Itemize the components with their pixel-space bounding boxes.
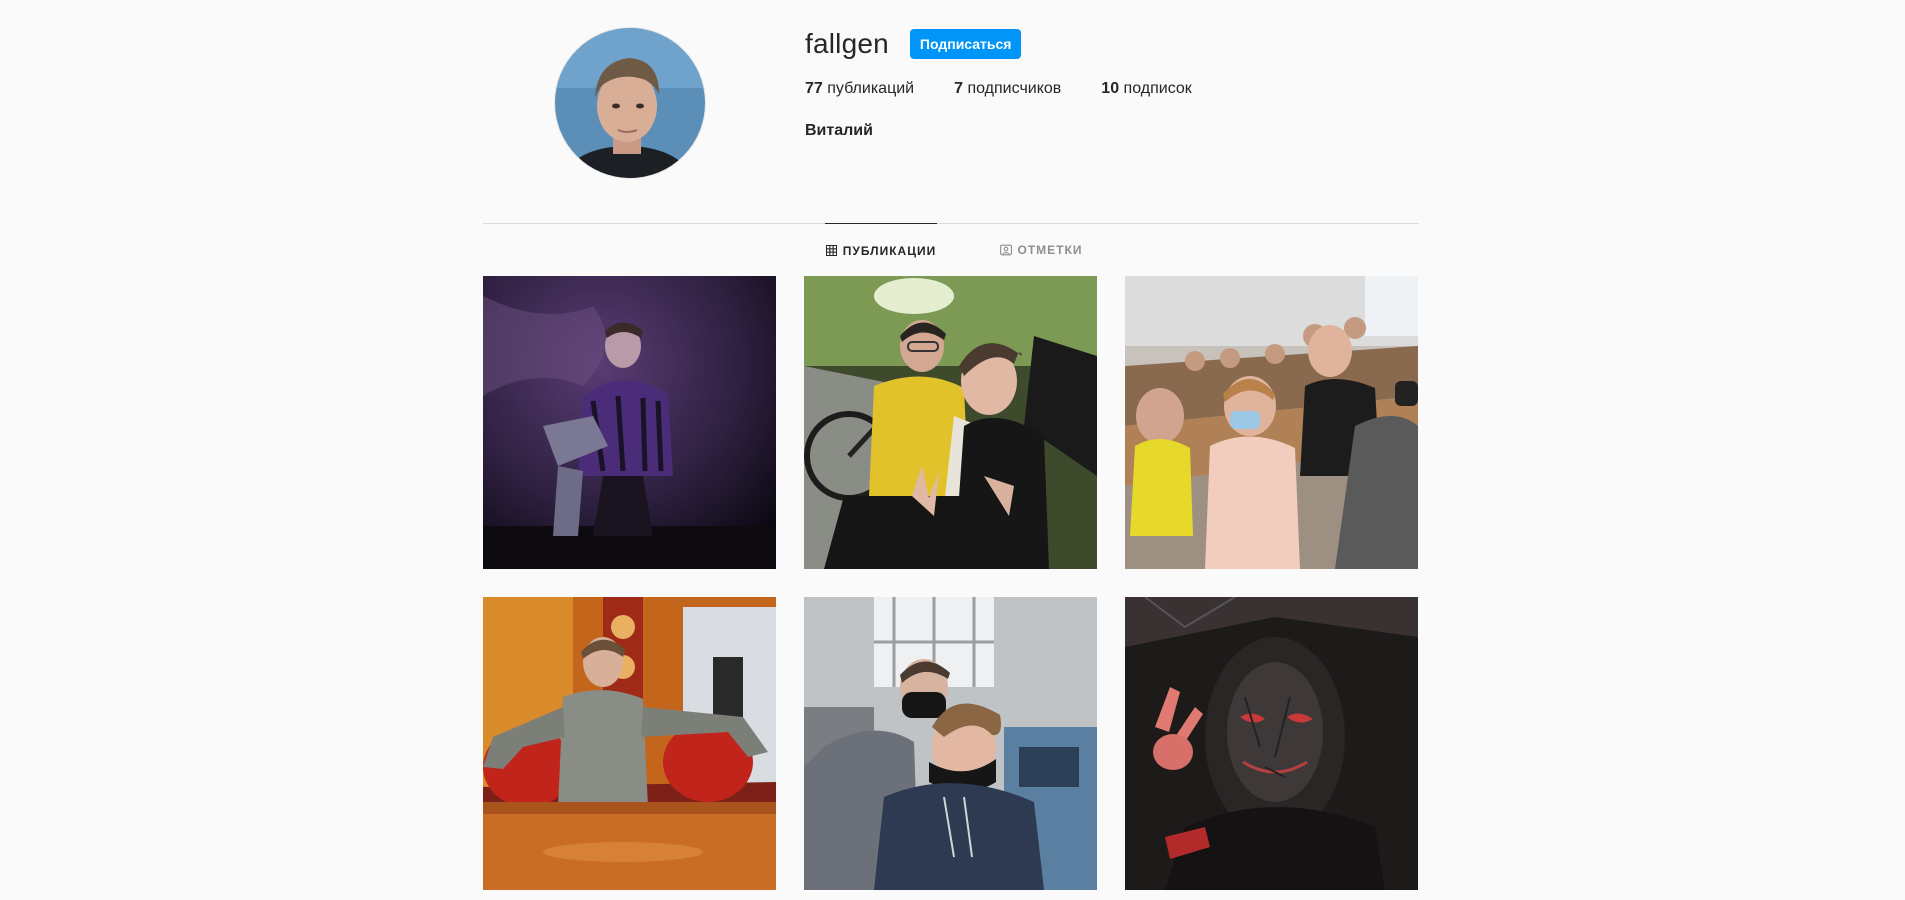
avatar-image	[555, 28, 705, 178]
post-thumbnail[interactable]	[1125, 597, 1418, 890]
profile-container: fallgen Подписаться 77 публикаций 7 подп…	[483, 0, 1419, 890]
title-row: fallgen Подписаться	[805, 26, 1405, 62]
follow-button[interactable]: Подписаться	[909, 29, 1022, 59]
tab-posts-label: ПУБЛИКАЦИИ	[842, 243, 937, 258]
posts-grid	[483, 276, 1419, 890]
stat-following-label: подписок	[1123, 80, 1192, 97]
username: fallgen	[805, 28, 889, 59]
post-image-3	[1125, 276, 1418, 569]
post-image-6	[1125, 597, 1418, 890]
stat-posts-label: публикаций	[827, 80, 915, 97]
profile-tabs: ПУБЛИКАЦИИ ОТМЕТКИ	[483, 223, 1419, 278]
post-image-2	[804, 276, 1097, 569]
stat-posts: 77 публикаций	[805, 80, 914, 98]
profile-stats: 77 публикаций 7 подписчиков 10 подписок	[805, 80, 1405, 98]
stat-followers-label: подписчиков	[967, 80, 1062, 97]
post-image-5	[804, 597, 1097, 890]
stat-followers-count: 7	[954, 80, 964, 97]
profile-page: fallgen Подписаться 77 публикаций 7 подп…	[0, 0, 1905, 900]
stat-followers[interactable]: 7 подписчиков	[954, 80, 1061, 98]
post-thumbnail[interactable]	[483, 276, 776, 569]
post-image-4	[483, 597, 776, 890]
post-image-1	[483, 276, 776, 569]
profile-info: fallgen Подписаться 77 публикаций 7 подп…	[805, 26, 1405, 140]
tab-posts[interactable]: ПУБЛИКАЦИИ	[825, 223, 937, 277]
stat-following-count: 10	[1101, 80, 1120, 97]
full-name: Виталий	[805, 122, 873, 139]
grid-icon	[825, 245, 837, 256]
stat-following[interactable]: 10 подписок	[1101, 80, 1191, 98]
avatar[interactable]	[555, 28, 705, 178]
tab-tagged-label: ОТМЕТКИ	[1017, 242, 1083, 257]
stat-posts-count: 77	[805, 80, 823, 97]
tagged-icon	[999, 244, 1012, 256]
post-thumbnail[interactable]	[1125, 276, 1418, 569]
post-thumbnail[interactable]	[483, 597, 776, 890]
profile-header: fallgen Подписаться 77 публикаций 7 подп…	[483, 0, 1419, 222]
tab-tagged[interactable]: ОТМЕТКИ	[996, 223, 1086, 276]
post-thumbnail[interactable]	[804, 276, 1097, 569]
post-thumbnail[interactable]	[804, 597, 1097, 890]
